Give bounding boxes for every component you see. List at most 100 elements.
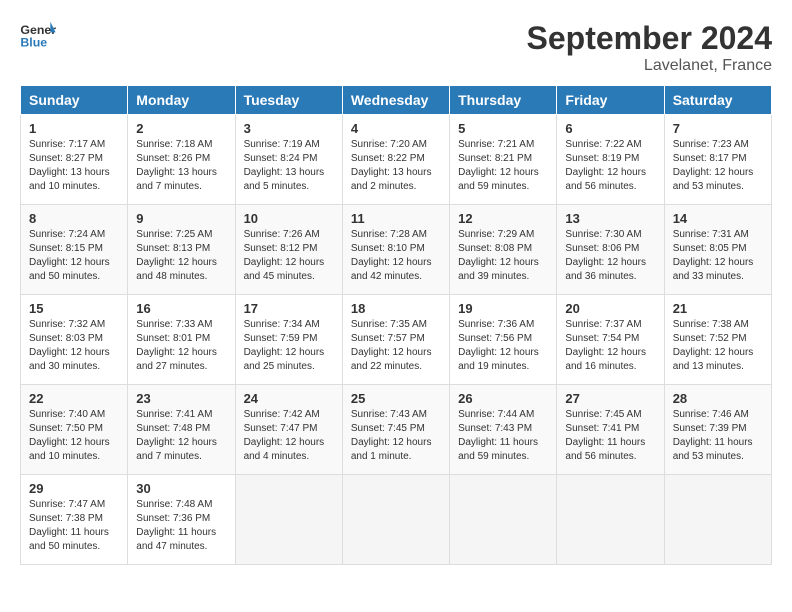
- day-number: 26: [458, 391, 548, 406]
- day-number: 30: [136, 481, 226, 496]
- calendar-cell: 21 Sunrise: 7:38 AMSunset: 7:52 PMDayligh…: [664, 295, 771, 385]
- col-header-monday: Monday: [128, 86, 235, 115]
- day-number: 18: [351, 301, 441, 316]
- calendar-cell: 29 Sunrise: 7:47 AMSunset: 7:38 PMDayligh…: [21, 475, 128, 565]
- cell-content: Sunrise: 7:34 AMSunset: 7:59 PMDaylight:…: [244, 318, 334, 374]
- cell-content: Sunrise: 7:23 AMSunset: 8:17 PMDaylight:…: [673, 138, 763, 194]
- day-number: 2: [136, 121, 226, 136]
- day-number: 22: [29, 391, 119, 406]
- day-number: 24: [244, 391, 334, 406]
- day-number: 17: [244, 301, 334, 316]
- calendar-week-row: 8 Sunrise: 7:24 AMSunset: 8:15 PMDaylight…: [21, 205, 772, 295]
- calendar-cell: 26Sunrise: 7:44 AMSunset: 7:43 PMDayligh…: [450, 385, 557, 475]
- cell-content: Sunrise: 7:22 AMSunset: 8:19 PMDaylight:…: [565, 138, 655, 194]
- calendar-cell: 18 Sunrise: 7:35 AMSunset: 7:57 PMDayligh…: [342, 295, 449, 385]
- day-number: 8: [29, 211, 119, 226]
- cell-content: Sunrise: 7:45 AMSunset: 7:41 PMDaylight:…: [565, 408, 655, 464]
- day-number: 23: [136, 391, 226, 406]
- col-header-sunday: Sunday: [21, 86, 128, 115]
- cell-content: Sunrise: 7:36 AMSunset: 7:56 PMDaylight:…: [458, 318, 548, 374]
- calendar-cell: 27Sunrise: 7:45 AMSunset: 7:41 PMDayligh…: [557, 385, 664, 475]
- day-number: 4: [351, 121, 441, 136]
- calendar-cell: 7 Sunrise: 7:23 AMSunset: 8:17 PMDaylight…: [664, 115, 771, 205]
- calendar-cell: 10 Sunrise: 7:26 AMSunset: 8:12 PMDayligh…: [235, 205, 342, 295]
- day-number: 29: [29, 481, 119, 496]
- calendar-cell: 11Sunrise: 7:28 AMSunset: 8:10 PMDayligh…: [342, 205, 449, 295]
- col-header-wednesday: Wednesday: [342, 86, 449, 115]
- day-number: 16: [136, 301, 226, 316]
- day-number: 19: [458, 301, 548, 316]
- calendar-header-row: SundayMondayTuesdayWednesdayThursdayFrid…: [21, 86, 772, 115]
- cell-content: Sunrise: 7:38 AMSunset: 7:52 PMDaylight:…: [673, 318, 763, 374]
- calendar-cell: [557, 475, 664, 565]
- calendar-cell: 19 Sunrise: 7:36 AMSunset: 7:56 PMDayligh…: [450, 295, 557, 385]
- col-header-tuesday: Tuesday: [235, 86, 342, 115]
- location-title: Lavelanet, France: [527, 57, 772, 75]
- cell-content: Sunrise: 7:25 AMSunset: 8:13 PMDaylight:…: [136, 228, 226, 284]
- calendar-week-row: 29 Sunrise: 7:47 AMSunset: 7:38 PMDayligh…: [21, 475, 772, 565]
- calendar-cell: 16 Sunrise: 7:33 AMSunset: 8:01 PMDayligh…: [128, 295, 235, 385]
- day-number: 21: [673, 301, 763, 316]
- calendar-cell: [450, 475, 557, 565]
- calendar-cell: 13 Sunrise: 7:30 AMSunset: 8:06 PMDayligh…: [557, 205, 664, 295]
- cell-content: Sunrise: 7:17 AMSunset: 8:27 PMDaylight:…: [29, 138, 119, 194]
- calendar-cell: 2 Sunrise: 7:18 AMSunset: 8:26 PMDaylight…: [128, 115, 235, 205]
- calendar-cell: 5 Sunrise: 7:21 AMSunset: 8:21 PMDaylight…: [450, 115, 557, 205]
- calendar-week-row: 22 Sunrise: 7:40 AMSunset: 7:50 PMDayligh…: [21, 385, 772, 475]
- cell-content: Sunrise: 7:47 AMSunset: 7:38 PMDaylight:…: [29, 498, 119, 554]
- calendar-cell: 1Sunrise: 7:17 AMSunset: 8:27 PMDaylight…: [21, 115, 128, 205]
- cell-content: Sunrise: 7:37 AMSunset: 7:54 PMDaylight:…: [565, 318, 655, 374]
- svg-text:Blue: Blue: [20, 35, 47, 49]
- calendar-table: SundayMondayTuesdayWednesdayThursdayFrid…: [20, 85, 772, 565]
- day-number: 5: [458, 121, 548, 136]
- calendar-cell: 14 Sunrise: 7:31 AMSunset: 8:05 PMDayligh…: [664, 205, 771, 295]
- calendar-week-row: 1Sunrise: 7:17 AMSunset: 8:27 PMDaylight…: [21, 115, 772, 205]
- day-number: 11: [351, 211, 441, 226]
- cell-content: Sunrise: 7:24 AMSunset: 8:15 PMDaylight:…: [29, 228, 119, 284]
- calendar-cell: 28 Sunrise: 7:46 AMSunset: 7:39 PMDayligh…: [664, 385, 771, 475]
- day-number: 3: [244, 121, 334, 136]
- calendar-cell: 6 Sunrise: 7:22 AMSunset: 8:19 PMDaylight…: [557, 115, 664, 205]
- calendar-cell: 8 Sunrise: 7:24 AMSunset: 8:15 PMDaylight…: [21, 205, 128, 295]
- cell-content: Sunrise: 7:19 AMSunset: 8:24 PMDaylight:…: [244, 138, 334, 194]
- cell-content: Sunrise: 7:26 AMSunset: 8:12 PMDaylight:…: [244, 228, 334, 284]
- calendar-body: 1Sunrise: 7:17 AMSunset: 8:27 PMDaylight…: [21, 115, 772, 565]
- calendar-cell: 23Sunrise: 7:41 AMSunset: 7:48 PMDayligh…: [128, 385, 235, 475]
- cell-content: Sunrise: 7:42 AMSunset: 7:47 PMDaylight:…: [244, 408, 334, 464]
- calendar-cell: 22 Sunrise: 7:40 AMSunset: 7:50 PMDayligh…: [21, 385, 128, 475]
- col-header-saturday: Saturday: [664, 86, 771, 115]
- col-header-thursday: Thursday: [450, 86, 557, 115]
- calendar-cell: 25Sunrise: 7:43 AMSunset: 7:45 PMDayligh…: [342, 385, 449, 475]
- day-number: 15: [29, 301, 119, 316]
- col-header-friday: Friday: [557, 86, 664, 115]
- calendar-cell: 15 Sunrise: 7:32 AMSunset: 8:03 PMDayligh…: [21, 295, 128, 385]
- calendar-cell: 4Sunrise: 7:20 AMSunset: 8:22 PMDaylight…: [342, 115, 449, 205]
- title-area: September 2024 Lavelanet, France: [527, 20, 772, 75]
- cell-content: Sunrise: 7:32 AMSunset: 8:03 PMDaylight:…: [29, 318, 119, 374]
- calendar-week-row: 15 Sunrise: 7:32 AMSunset: 8:03 PMDayligh…: [21, 295, 772, 385]
- calendar-cell: 20Sunrise: 7:37 AMSunset: 7:54 PMDayligh…: [557, 295, 664, 385]
- calendar-cell: 17 Sunrise: 7:34 AMSunset: 7:59 PMDayligh…: [235, 295, 342, 385]
- calendar-cell: 24 Sunrise: 7:42 AMSunset: 7:47 PMDayligh…: [235, 385, 342, 475]
- cell-content: Sunrise: 7:46 AMSunset: 7:39 PMDaylight:…: [673, 408, 763, 464]
- calendar-cell: [664, 475, 771, 565]
- calendar-cell: 3 Sunrise: 7:19 AMSunset: 8:24 PMDaylight…: [235, 115, 342, 205]
- day-number: 14: [673, 211, 763, 226]
- cell-content: Sunrise: 7:30 AMSunset: 8:06 PMDaylight:…: [565, 228, 655, 284]
- cell-content: Sunrise: 7:29 AMSunset: 8:08 PMDaylight:…: [458, 228, 548, 284]
- day-number: 9: [136, 211, 226, 226]
- cell-content: Sunrise: 7:33 AMSunset: 8:01 PMDaylight:…: [136, 318, 226, 374]
- cell-content: Sunrise: 7:31 AMSunset: 8:05 PMDaylight:…: [673, 228, 763, 284]
- day-number: 28: [673, 391, 763, 406]
- day-number: 10: [244, 211, 334, 226]
- day-number: 13: [565, 211, 655, 226]
- month-title: September 2024: [527, 20, 772, 57]
- cell-content: Sunrise: 7:18 AMSunset: 8:26 PMDaylight:…: [136, 138, 226, 194]
- calendar-cell: [342, 475, 449, 565]
- cell-content: Sunrise: 7:35 AMSunset: 7:57 PMDaylight:…: [351, 318, 441, 374]
- logo: General Blue: [20, 20, 56, 50]
- day-number: 7: [673, 121, 763, 136]
- cell-content: Sunrise: 7:40 AMSunset: 7:50 PMDaylight:…: [29, 408, 119, 464]
- cell-content: Sunrise: 7:21 AMSunset: 8:21 PMDaylight:…: [458, 138, 548, 194]
- day-number: 6: [565, 121, 655, 136]
